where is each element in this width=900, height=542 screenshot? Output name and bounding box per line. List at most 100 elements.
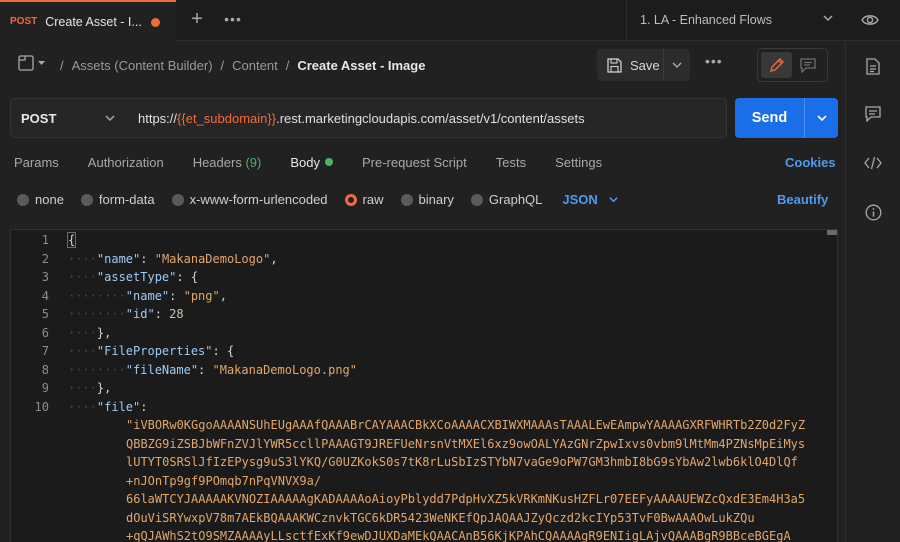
json-number-value: 28 bbox=[169, 307, 184, 321]
body-type-binary[interactable]: binary bbox=[400, 192, 454, 207]
json-string-value: "png" bbox=[183, 288, 220, 303]
send-options-chevron-down-icon[interactable] bbox=[804, 98, 838, 138]
line-number: 6 bbox=[41, 325, 49, 340]
documentation-icon[interactable] bbox=[863, 56, 883, 76]
body-type-graphql[interactable]: GraphQL bbox=[470, 192, 542, 207]
tab-more-options-icon[interactable]: ••• bbox=[222, 8, 244, 30]
new-tab-plus-icon[interactable]: + bbox=[186, 8, 208, 30]
line-number: 4 bbox=[41, 288, 49, 303]
request-more-options-icon[interactable]: ••• bbox=[705, 53, 723, 69]
base64-line: "iVBORw0KGgoAAAANSUhEUgAAAfQAAABrCAYAAAC… bbox=[126, 418, 806, 432]
json-string-value: "MakanaDemoLogo.png" bbox=[212, 362, 358, 377]
right-sidebar bbox=[845, 41, 900, 542]
code-snippet-icon[interactable] bbox=[863, 153, 883, 173]
raw-language-select[interactable]: JSON bbox=[562, 192, 618, 207]
headers-count-badge: (9) bbox=[245, 155, 262, 170]
code-content: { ····"name": "MakanaDemoLogo", ····"ass… bbox=[66, 230, 837, 542]
save-button-group: Save bbox=[597, 49, 690, 81]
save-label: Save bbox=[630, 57, 660, 73]
body-type-none[interactable]: none bbox=[17, 192, 64, 207]
unsaved-changes-dot bbox=[151, 18, 160, 27]
breadcrumb-separator: / bbox=[220, 58, 225, 73]
breadcrumb-separator: / bbox=[285, 58, 290, 73]
tab-body[interactable]: Body bbox=[290, 155, 333, 170]
body-type-raw[interactable]: raw bbox=[344, 192, 384, 207]
send-button-group: Send bbox=[735, 98, 838, 138]
tab-method-badge: POST bbox=[10, 16, 38, 27]
edit-mode-pencil-icon[interactable] bbox=[761, 52, 792, 78]
code-line: ····"FileProperties": { bbox=[68, 344, 235, 358]
save-button[interactable]: Save bbox=[597, 49, 663, 81]
line-number: 8 bbox=[41, 362, 49, 377]
collection-folder-icon[interactable] bbox=[18, 55, 46, 74]
base64-line: +qQJAWhS2tO9SMZAAAAyLLsctfExKf9ewDJUXDaM… bbox=[126, 529, 791, 542]
comments-icon[interactable] bbox=[863, 104, 883, 124]
request-tab-create-asset[interactable]: POST Create Asset - I... bbox=[0, 0, 176, 41]
tab-bar: POST Create Asset - I... + ••• 1. LA - E… bbox=[0, 0, 900, 41]
body-type-form-data[interactable]: form-data bbox=[80, 192, 155, 207]
cookies-link[interactable]: Cookies bbox=[785, 155, 836, 170]
request-url-input[interactable]: https://{{et_subdomain}} .rest.marketingc… bbox=[127, 98, 727, 138]
code-line: ····}, bbox=[68, 381, 112, 395]
base64-line: +nJOnTp9gf9POmqb7nPqVNVX9a/ bbox=[126, 473, 322, 488]
body-type-urlencoded[interactable]: x-www-form-urlencoded bbox=[171, 192, 328, 207]
tab-params[interactable]: Params bbox=[14, 155, 59, 170]
radio-button[interactable] bbox=[17, 193, 29, 206]
code-line: ····"assetType": { bbox=[68, 270, 199, 284]
code-line: { bbox=[66, 232, 77, 248]
json-key: "assetType" bbox=[96, 270, 177, 284]
code-line: ········"id": 28 bbox=[68, 307, 184, 321]
tab-body-label: Body bbox=[290, 155, 320, 170]
tab-pre-request-script[interactable]: Pre-request Script bbox=[362, 155, 467, 170]
json-key: "file" bbox=[96, 399, 141, 414]
line-number: 3 bbox=[41, 270, 49, 284]
chevron-down-icon bbox=[105, 115, 115, 122]
http-method-select[interactable]: POST bbox=[10, 98, 128, 138]
save-options-chevron-down-icon[interactable] bbox=[663, 49, 690, 81]
line-number: 5 bbox=[41, 307, 49, 321]
radio-button[interactable] bbox=[400, 193, 413, 206]
json-key: "id" bbox=[125, 307, 155, 321]
base64-line: 66laWTCYJAAAAAKVNOZIAAAAAgKADAAAAoAioyPb… bbox=[126, 492, 806, 506]
radio-label: binary bbox=[418, 192, 454, 207]
tab-settings[interactable]: Settings bbox=[555, 155, 602, 170]
radio-button[interactable] bbox=[171, 193, 184, 206]
environment-selector[interactable]: 1. LA - Enhanced Flows bbox=[626, 0, 848, 40]
tab-title: Create Asset - I... bbox=[45, 14, 142, 29]
tab-headers[interactable]: Headers (9) bbox=[193, 155, 262, 170]
breadcrumb-item-content[interactable]: Content bbox=[232, 58, 278, 73]
breadcrumb-bar: / Assets (Content Builder) / Content / C… bbox=[0, 41, 845, 89]
code-line: ····}, bbox=[68, 325, 112, 340]
radio-button-selected[interactable] bbox=[344, 193, 357, 206]
json-key: "FileProperties" bbox=[96, 344, 213, 358]
code-line: ····"file": bbox=[68, 399, 148, 414]
body-code-editor[interactable]: 1 2 3 4 5 6 7 8 9 10 { ····"name": "Maka… bbox=[10, 229, 838, 542]
http-method-value: POST bbox=[21, 110, 57, 126]
url-environment-variable[interactable]: {{et_subdomain}} bbox=[177, 111, 276, 126]
info-icon[interactable] bbox=[863, 202, 883, 222]
beautify-button[interactable]: Beautify bbox=[777, 192, 828, 207]
radio-label: form-data bbox=[98, 192, 155, 207]
radio-button[interactable] bbox=[80, 193, 93, 206]
line-number: 7 bbox=[41, 344, 49, 358]
send-button[interactable]: Send bbox=[735, 110, 804, 126]
code-line: ····"name": "MakanaDemoLogo", bbox=[68, 251, 278, 266]
base64-line: dOuViSRYwxpV78m7AEkBQAAAKWCznvkTGC6kDR54… bbox=[126, 510, 755, 525]
tab-tests[interactable]: Tests bbox=[496, 155, 526, 170]
json-string-value: "MakanaDemoLogo" bbox=[154, 251, 271, 266]
body-has-content-dot bbox=[324, 158, 333, 166]
line-number: 1 bbox=[41, 233, 49, 247]
code-line: ········"fileName": "MakanaDemoLogo.png" bbox=[68, 362, 358, 377]
line-number: 2 bbox=[41, 251, 49, 266]
radio-button[interactable] bbox=[470, 193, 483, 206]
radio-label: raw bbox=[362, 192, 384, 207]
tab-authorization[interactable]: Authorization bbox=[88, 155, 164, 170]
page-title[interactable]: Create Asset - Image bbox=[297, 58, 425, 73]
url-prefix: https:// bbox=[138, 110, 178, 126]
chevron-down-icon bbox=[609, 197, 618, 203]
breadcrumb-item-assets[interactable]: Assets (Content Builder) bbox=[72, 58, 213, 73]
breadcrumb-separator: / bbox=[60, 58, 64, 73]
environment-quick-look-eye-icon[interactable] bbox=[850, 0, 890, 40]
comment-mode-icon[interactable] bbox=[792, 52, 823, 78]
save-disk-icon bbox=[607, 57, 622, 73]
